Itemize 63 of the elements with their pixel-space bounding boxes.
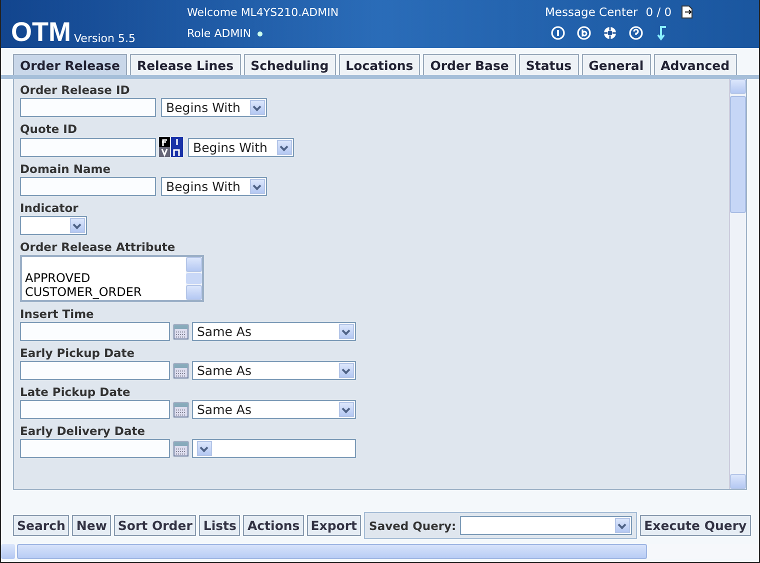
arrow-down-icon[interactable]	[655, 25, 669, 41]
input-field[interactable]	[20, 98, 156, 117]
tab[interactable]: General	[582, 54, 651, 75]
execute-query-button[interactable]: Execute Query	[640, 515, 751, 536]
document-icon[interactable]	[680, 5, 694, 19]
field-label: Indicator	[20, 201, 80, 215]
toolbar-button[interactable]: Actions	[243, 515, 304, 536]
indicator-dropdown[interactable]	[20, 216, 87, 235]
saved-query-label: Saved Query:	[369, 518, 456, 532]
tab[interactable]: Release Lines	[130, 54, 241, 75]
field-label: Domain Name	[20, 162, 112, 176]
calendar-icon[interactable]	[173, 440, 189, 456]
operator-dropdown[interactable]: Begins With	[188, 138, 294, 156]
operator-dropdown[interactable]: Begins With	[161, 98, 267, 117]
date-field[interactable]	[20, 361, 170, 380]
field-label: Early Delivery Date	[20, 424, 146, 438]
operator-dropdown[interactable]	[192, 439, 356, 458]
tab[interactable]: Order Release	[13, 54, 127, 75]
operator-dropdown[interactable]: Same As	[192, 361, 356, 380]
message-center-link[interactable]: Message Center	[545, 5, 638, 19]
list-option[interactable]: CUSTOMER_ORDER	[25, 285, 183, 299]
calendar-icon[interactable]	[173, 362, 189, 378]
tab[interactable]: Status	[518, 54, 579, 75]
tab[interactable]: Order Base	[423, 54, 516, 75]
operator-dropdown[interactable]: Begins With	[161, 177, 267, 196]
operator-dropdown[interactable]: Same As	[192, 322, 356, 341]
field-label: Early Pickup Date	[20, 346, 136, 360]
field-label: Order Release ID	[20, 83, 131, 97]
saved-query-dropdown[interactable]	[460, 516, 632, 535]
calendar-icon[interactable]	[173, 324, 189, 340]
status-dot-icon	[257, 30, 264, 36]
app-logo: OTM	[11, 17, 71, 47]
toolbar-button[interactable]: Lists	[199, 515, 240, 536]
tab[interactable]: Locations	[338, 54, 420, 75]
message-count: 0 / 0	[646, 5, 672, 19]
role-text: Role ADMIN	[187, 27, 252, 40]
circle-b-icon[interactable]	[577, 26, 591, 40]
input-field[interactable]	[20, 138, 156, 156]
input-field[interactable]	[20, 177, 156, 196]
help-icon[interactable]	[629, 26, 643, 40]
calendar-icon[interactable]	[173, 402, 189, 418]
attribute-listbox[interactable]: APPROVED CUSTOMER_ORDER	[20, 255, 204, 302]
toolbar-button[interactable]: New	[72, 515, 111, 536]
welcome-text: Welcome ML4YS210.ADMIN	[187, 6, 340, 19]
list-option[interactable]: APPROVED	[25, 271, 183, 285]
field-label: Late Pickup Date	[20, 385, 132, 399]
field-label: Order Release Attribute	[20, 240, 176, 254]
toolbar-button[interactable]: Sort Order	[114, 515, 196, 536]
vertical-scrollbar[interactable]	[729, 79, 746, 489]
field-label: Insert Time	[20, 307, 95, 321]
info-icon[interactable]	[551, 26, 565, 40]
toolbar-button[interactable]: Export	[306, 515, 362, 536]
date-field[interactable]	[20, 322, 170, 341]
operator-dropdown[interactable]: Same As	[192, 400, 356, 419]
toolbar-button[interactable]: Search	[13, 515, 70, 536]
version-text: Version 5.5	[74, 32, 136, 47]
date-field[interactable]	[20, 400, 170, 419]
lookup-icon[interactable]	[159, 137, 183, 157]
date-field[interactable]	[20, 439, 170, 458]
tab[interactable]: Scheduling	[244, 54, 336, 75]
help-ring-icon[interactable]	[603, 26, 617, 40]
tab[interactable]: Advanced	[654, 54, 737, 75]
field-label: Quote ID	[20, 122, 78, 136]
